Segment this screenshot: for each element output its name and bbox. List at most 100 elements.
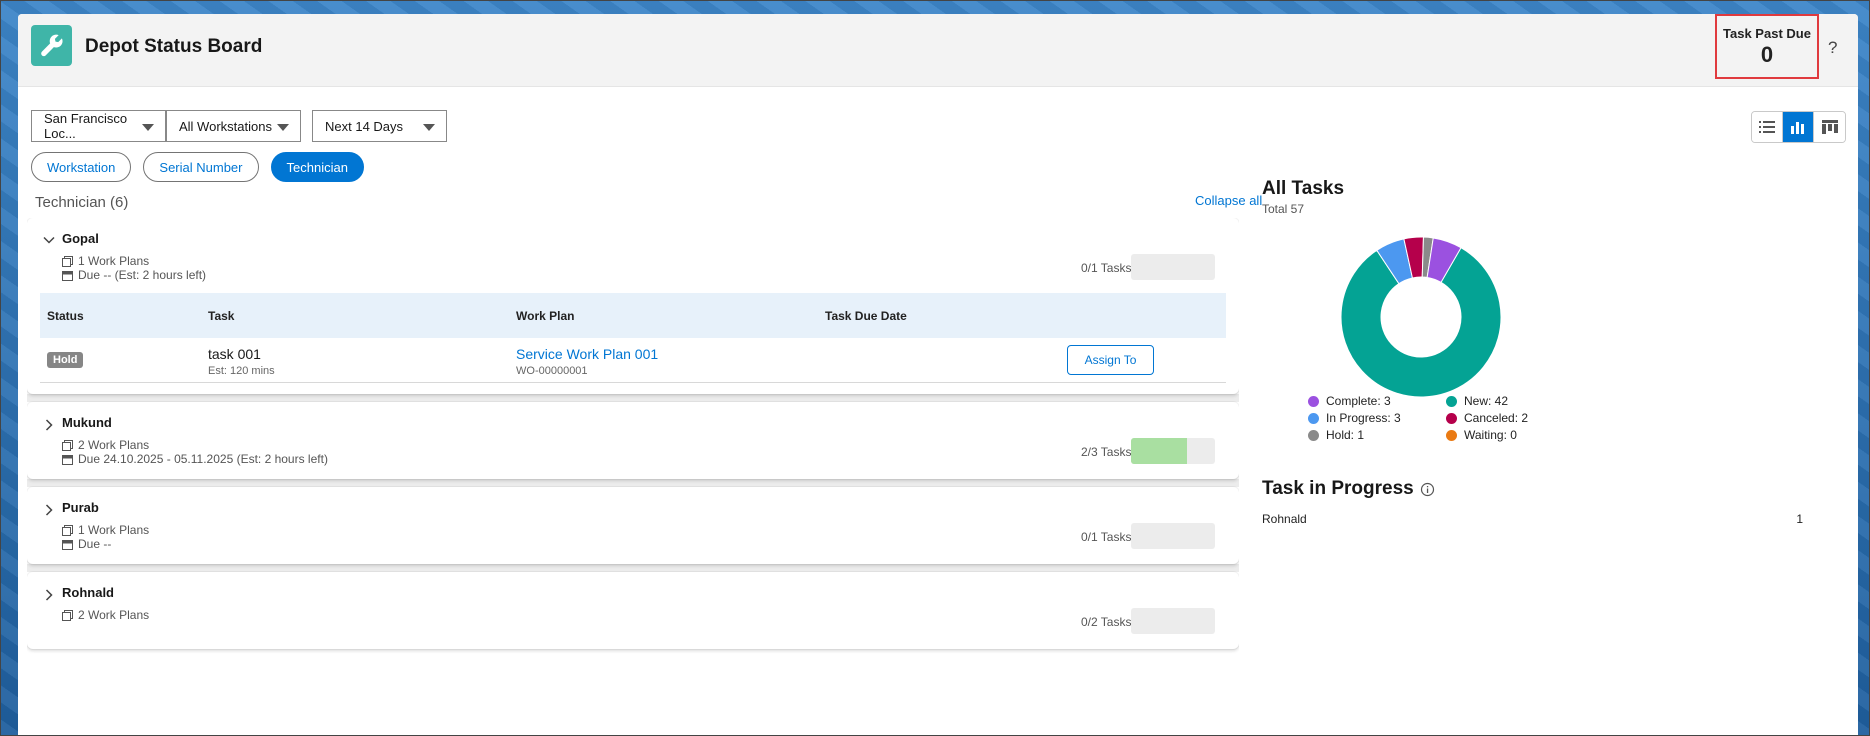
work-plans-label: 2 Work Plans <box>78 608 150 622</box>
legend-in-progress[interactable]: In Progress: 3 <box>1308 411 1401 425</box>
due-date: Due -- (Est: 2 hours left) <box>62 268 206 282</box>
filter-bar: San Francisco Loc... All Workstations Ne… <box>31 110 447 142</box>
task-in-progress-title: Task in Progress <box>1262 478 1435 500</box>
assign-to-button[interactable]: Assign To <box>1067 345 1154 375</box>
all-tasks-title: All Tasks <box>1262 178 1345 199</box>
legend-complete[interactable]: Complete: 3 <box>1308 394 1391 408</box>
legend-canceled[interactable]: Canceled: 2 <box>1446 411 1528 425</box>
past-due-count: 0 <box>1760 42 1774 67</box>
due-label: Due -- (Est: 2 hours left) <box>78 268 207 282</box>
calendar-icon <box>62 270 73 281</box>
collapse-all-link[interactable]: Collapse all <box>1195 193 1262 208</box>
past-due-label: Task Past Due <box>1723 26 1811 41</box>
task-count: 1 <box>1796 512 1803 526</box>
calendar-icon <box>62 454 73 465</box>
due-label: Due 24.10.2025 - 05.11.2025 (Est: 2 hour… <box>78 452 328 466</box>
chevron-right-icon[interactable] <box>43 504 55 516</box>
status-badge: Hold <box>47 352 84 368</box>
work-plans-label: 1 Work Plans <box>78 523 150 537</box>
work-plans-count: 2 Work Plans <box>62 608 149 622</box>
legend-waiting[interactable]: Waiting: 0 <box>1446 428 1517 442</box>
legend-dot <box>1446 395 1457 407</box>
task-in-progress-label: Task in Progress <box>1262 478 1414 499</box>
legend-dot <box>1446 429 1457 441</box>
group-by-workstation[interactable]: Workstation <box>31 152 132 182</box>
task-progress-bar <box>1131 254 1215 280</box>
technician-name: Rohnald <box>62 585 114 600</box>
technician-card: Purab 1 Work Plans Due -- 0/1 Tasks <box>27 487 1239 564</box>
task-progress-bar <box>1131 608 1215 634</box>
task-name: task 001 <box>208 346 261 362</box>
copy-icon <box>62 609 73 621</box>
tasks-count: 2/3 Tasks <box>1081 445 1132 459</box>
view-toggle <box>1751 111 1846 143</box>
work-plans-label: 2 Work Plans <box>78 438 150 452</box>
location-select-value: San Francisco Loc... <box>44 111 128 141</box>
technician-name: Purab <box>62 500 99 515</box>
table-row: Hold task 001 Est: 120 mins Service Work… <box>40 338 1226 383</box>
technician-name: Rohnald <box>1262 512 1307 526</box>
work-order-number: WO-00000001 <box>516 365 588 377</box>
work-plans-label: 1 Work Plans <box>78 254 150 268</box>
date-range-select-value: Next 14 Days <box>325 118 404 134</box>
page-title: Depot Status Board <box>85 36 263 57</box>
technician-card: Gopal 1 Work Plans Due -- (Est: 2 hours … <box>27 218 1239 394</box>
card-divider <box>27 479 1239 487</box>
board-view-button[interactable] <box>1814 112 1845 142</box>
technician-list: Gopal 1 Work Plans Due -- (Est: 2 hours … <box>27 218 1239 736</box>
group-by-serial-number[interactable]: Serial Number <box>143 152 259 182</box>
legend-dot <box>1308 412 1319 424</box>
workstation-select-value: All Workstations <box>179 118 272 134</box>
column-work-plan: Work Plan <box>516 309 575 323</box>
donut-chart <box>1320 216 1540 421</box>
technician-card: Mukund 2 Work Plans Due 24.10.2025 - 05.… <box>27 402 1239 479</box>
group-by-technician[interactable]: Technician <box>270 152 364 182</box>
page-header: Depot Status Board Task Past Due 0 ? <box>18 14 1858 87</box>
date-range-select[interactable]: Next 14 Days <box>312 110 447 142</box>
legend-label: Canceled: 2 <box>1464 411 1529 425</box>
legend-dot <box>1308 395 1319 407</box>
calendar-icon <box>62 539 73 550</box>
work-plan-link[interactable]: Service Work Plan 001 <box>516 346 658 362</box>
task-table: Status Task Work Plan Task Due Date Hold… <box>40 293 1226 383</box>
workstation-select[interactable]: All Workstations <box>166 110 301 142</box>
depot-status-board-app: Depot Status Board Task Past Due 0 ? San… <box>18 14 1858 736</box>
tasks-count: 0/1 Tasks <box>1081 530 1132 544</box>
task-progress-bar <box>1131 438 1215 464</box>
legend-dot <box>1308 429 1319 441</box>
kanban-icon <box>1821 120 1838 134</box>
help-icon[interactable]: ? <box>1828 38 1837 58</box>
technician-card-header[interactable]: Purab 1 Work Plans Due -- 0/1 Tasks <box>27 487 1239 562</box>
work-plans-count: 2 Work Plans <box>62 438 149 452</box>
location-select[interactable]: San Francisco Loc... <box>31 110 166 142</box>
legend-dot <box>1446 412 1457 424</box>
column-task-due-date: Task Due Date <box>825 309 907 323</box>
bar-chart-icon <box>1791 122 1804 134</box>
chevron-down-icon <box>423 124 435 131</box>
copy-icon <box>62 255 73 267</box>
legend-label: In Progress: 3 <box>1326 411 1401 425</box>
chevron-right-icon[interactable] <box>43 589 55 601</box>
wrench-icon <box>31 25 72 66</box>
technician-card-header[interactable]: Rohnald 2 Work Plans 0/2 Tasks <box>27 572 1239 647</box>
technician-card-header[interactable]: Mukund 2 Work Plans Due 24.10.2025 - 05.… <box>27 402 1239 477</box>
chevron-down-icon <box>277 124 289 131</box>
legend-new[interactable]: New: 42 <box>1446 394 1508 408</box>
summary-panel: All Tasks Total 57 Complete: 3 New: 42 I… <box>1262 178 1822 526</box>
info-icon[interactable] <box>1420 482 1435 497</box>
technician-name: Mukund <box>62 415 112 430</box>
list-icon <box>1759 121 1775 133</box>
list-view-button[interactable] <box>1752 112 1783 142</box>
chevron-down-icon <box>142 124 154 131</box>
technician-card-header[interactable]: Gopal 1 Work Plans Due -- (Est: 2 hours … <box>27 218 1239 293</box>
group-by-pills: Workstation Serial Number Technician <box>31 152 364 182</box>
chevron-down-icon[interactable] <box>43 234 55 246</box>
chart-view-button[interactable] <box>1783 112 1814 142</box>
due-date: Due -- <box>62 537 111 551</box>
legend-hold[interactable]: Hold: 1 <box>1308 428 1364 442</box>
copy-icon <box>62 439 73 451</box>
card-divider <box>27 394 1239 402</box>
legend-label: New: 42 <box>1464 394 1509 408</box>
chevron-right-icon[interactable] <box>43 419 55 431</box>
tasks-count: 0/2 Tasks <box>1081 615 1132 629</box>
